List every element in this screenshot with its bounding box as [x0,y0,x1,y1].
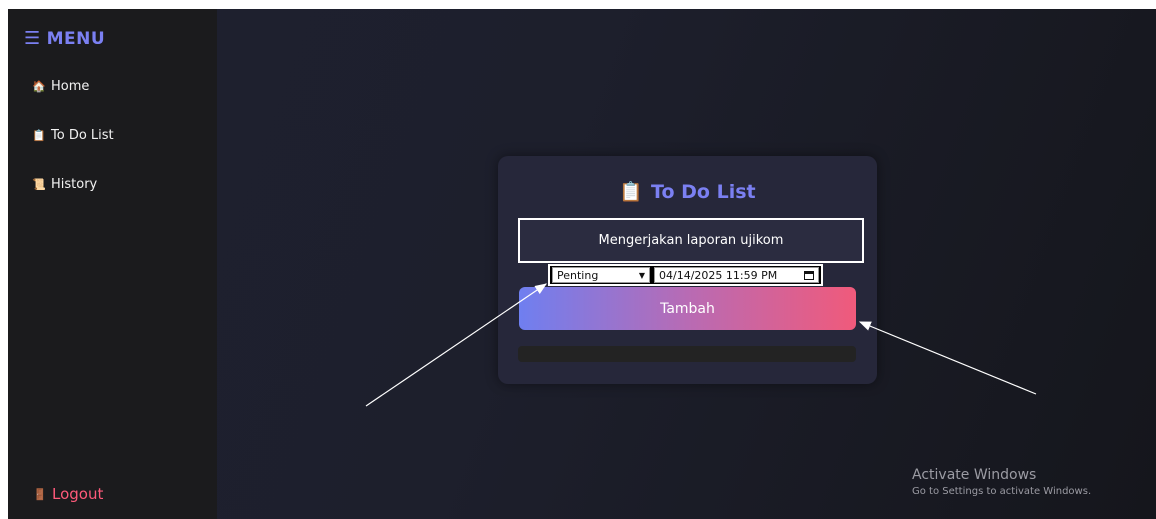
watermark-title: Activate Windows [912,467,1037,483]
task-list [518,346,856,362]
home-icon: 🏠 [32,80,46,93]
task-input[interactable] [518,218,864,263]
app-window: ☰ MENU 🏠 Home 📋 To Do List 📜 History 🚪 L… [8,9,1156,519]
todo-card: 📋 To Do List Penting ▼ 04/14/2025 11:59 … [498,156,877,384]
windows-activation-watermark: Activate Windows Go to Settings to activ… [912,467,1091,497]
sidebar-item-label: To Do List [51,128,114,143]
watermark-subtitle: Go to Settings to activate Windows. [912,486,1092,497]
menu-header[interactable]: ☰ MENU [24,28,105,49]
calendar-icon[interactable] [804,270,814,280]
clipboard-icon: 📋 [32,129,46,142]
chevron-down-icon: ▼ [638,270,645,280]
deadline-input[interactable]: 04/14/2025 11:59 PM [654,267,819,283]
menu-label: MENU [46,28,106,49]
clipboard-icon: 📋 [619,181,644,203]
sidebar-item-home[interactable]: 🏠 Home [32,79,89,94]
card-title-text: To Do List [651,180,756,203]
deadline-value: 04/14/2025 11:59 PM [659,268,778,282]
priority-selected-value: Penting [557,268,599,282]
hamburger-icon: ☰ [24,28,41,49]
sidebar-item-label: Home [51,79,90,94]
sidebar-item-history[interactable]: 📜 History [32,177,97,192]
logout-button[interactable]: 🚪 Logout [33,485,103,503]
card-title: 📋 To Do List [498,180,877,204]
sidebar-item-label: History [51,177,98,192]
logout-label: Logout [52,485,104,503]
add-task-button[interactable]: Tambah [519,287,856,330]
sidebar: ☰ MENU 🏠 Home 📋 To Do List 📜 History 🚪 L… [8,9,217,519]
task-options: Penting ▼ 04/14/2025 11:59 PM [548,264,823,286]
scroll-icon: 📜 [32,178,46,191]
sidebar-item-todo-list[interactable]: 📋 To Do List [32,128,114,143]
priority-select[interactable]: Penting ▼ [552,267,650,283]
door-icon: 🚪 [33,487,47,501]
